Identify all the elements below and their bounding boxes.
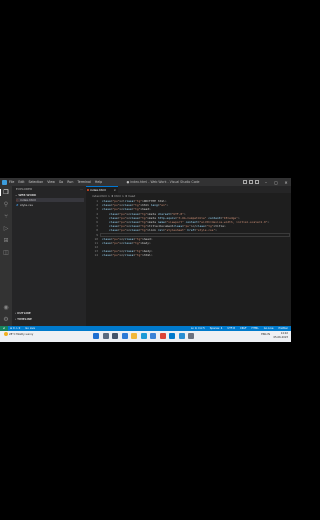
weather-text: 28°C Mostly sunny [9, 333, 34, 336]
menu-help[interactable]: Help [95, 178, 102, 186]
toggle-panel-icon[interactable] [249, 179, 253, 184]
close-icon[interactable]: ✕ [283, 180, 289, 185]
settings-taskbar-icon[interactable] [188, 333, 194, 339]
tab-label: index.html [90, 188, 106, 192]
vscode-icon[interactable] [169, 333, 175, 339]
vscode-logo-icon [2, 179, 7, 185]
maximize-icon[interactable]: ▢ [273, 180, 279, 185]
toggle-sidebar-icon[interactable] [243, 179, 247, 184]
window-title: ● index.html - Web Work - Visual Studio … [126, 180, 200, 184]
menu-view[interactable]: View [47, 178, 55, 186]
run-debug-icon[interactable]: ▷ [3, 225, 10, 232]
language-indicator[interactable]: ENG IN [261, 333, 270, 337]
menu-go[interactable]: Go [59, 178, 63, 186]
menu-bar: File Edit Selection View Go Run Terminal… [9, 178, 102, 186]
html-file-icon: ◇ [16, 198, 19, 202]
line-text: class="pu"></class="tg">html> [102, 253, 153, 258]
extensions-icon[interactable]: ⊞ [3, 237, 10, 244]
store-icon[interactable] [150, 333, 156, 339]
outline-section[interactable]: › OUTLINE [15, 311, 31, 315]
file-explorer-icon[interactable] [131, 333, 137, 339]
menu-edit[interactable]: Edit [18, 178, 24, 186]
explorer-sidebar: EXPLORER ··· ⌄ WEB WORK ◇ index.html #sty… [12, 186, 86, 326]
search-taskbar-icon[interactable] [102, 333, 109, 339]
edge-icon[interactable] [140, 333, 147, 339]
window-controls: – ▢ ✕ [263, 178, 289, 186]
menu-run[interactable]: Run [67, 178, 73, 186]
toggle-secondary-sidebar-icon[interactable] [255, 179, 259, 184]
layout-controls [243, 179, 259, 184]
account-icon[interactable]: ◉ [3, 304, 10, 311]
start-icon[interactable] [93, 333, 99, 339]
activity-bar: ❐ ⚲ ⑂ ▷ ⊞ ◫ ◉ ⚙ [0, 186, 12, 326]
search-icon[interactable]: ⚲ [3, 201, 10, 208]
weather-widget[interactable]: 28°C Mostly sunny [4, 332, 33, 338]
photos-icon[interactable] [178, 333, 185, 339]
code-editor[interactable]: 1 class="pu"><!class="tg">DOCTYPE html> 2 c… [86, 199, 291, 258]
file-name: style.css [20, 202, 33, 207]
menu-terminal[interactable]: Terminal [77, 178, 90, 186]
editor-tabs: index.html × [86, 186, 291, 193]
code-line[interactable]: 14 class="pu"></class="tg">html> [86, 253, 291, 257]
task-view-icon[interactable] [112, 333, 118, 339]
explorer-icon[interactable]: ❐ [0, 189, 10, 196]
menu-selection[interactable]: Selection [29, 178, 44, 186]
taskbar-apps [93, 333, 194, 339]
line-number: 14 [94, 253, 98, 258]
workspace-section[interactable]: ⌄ WEB WORK [15, 193, 36, 197]
tab-index-html[interactable]: index.html × [86, 186, 118, 193]
timeline-section[interactable]: › TIMELINE [15, 317, 32, 321]
html-file-icon [87, 189, 89, 191]
explorer-header: EXPLORER [16, 187, 33, 191]
editor-area: index.html × index.html > ♦ html > ♦ hea… [86, 186, 291, 326]
system-tray: ENG IN 14:02 05-06-2023 [261, 332, 288, 340]
source-control-icon[interactable]: ⑂ [3, 213, 10, 220]
menu-file[interactable]: File [9, 178, 14, 186]
remote-icon[interactable]: ◫ [3, 249, 10, 256]
file-item-style[interactable]: #style.css [16, 203, 84, 207]
timeline-label: TIMELINE [17, 317, 32, 321]
breadcrumb[interactable]: index.html > ♦ html > ♦ head [92, 194, 135, 198]
windows-taskbar: 28°C Mostly sunny ENG IN 14:02 05-06-202… [0, 331, 291, 342]
chrome-icon[interactable] [159, 333, 166, 339]
css-file-icon: # [16, 202, 19, 207]
minimize-icon[interactable]: – [263, 180, 269, 185]
clock-date[interactable]: 05-06-2023 [273, 336, 288, 340]
title-bar: File Edit Selection View Go Run Terminal… [0, 178, 291, 186]
file-item-index[interactable]: ◇ index.html [16, 198, 84, 202]
close-tab-icon[interactable]: × [113, 187, 116, 193]
screen: File Edit Selection View Go Run Terminal… [0, 178, 291, 342]
outline-label: OUTLINE [17, 311, 31, 315]
settings-icon[interactable]: ⚙ [3, 316, 10, 323]
widgets-icon[interactable] [121, 333, 128, 339]
more-actions-icon[interactable]: ··· [80, 187, 83, 192]
file-name: index.html [20, 198, 36, 202]
sun-icon [4, 332, 8, 336]
workspace-name: WEB WORK [18, 193, 37, 197]
